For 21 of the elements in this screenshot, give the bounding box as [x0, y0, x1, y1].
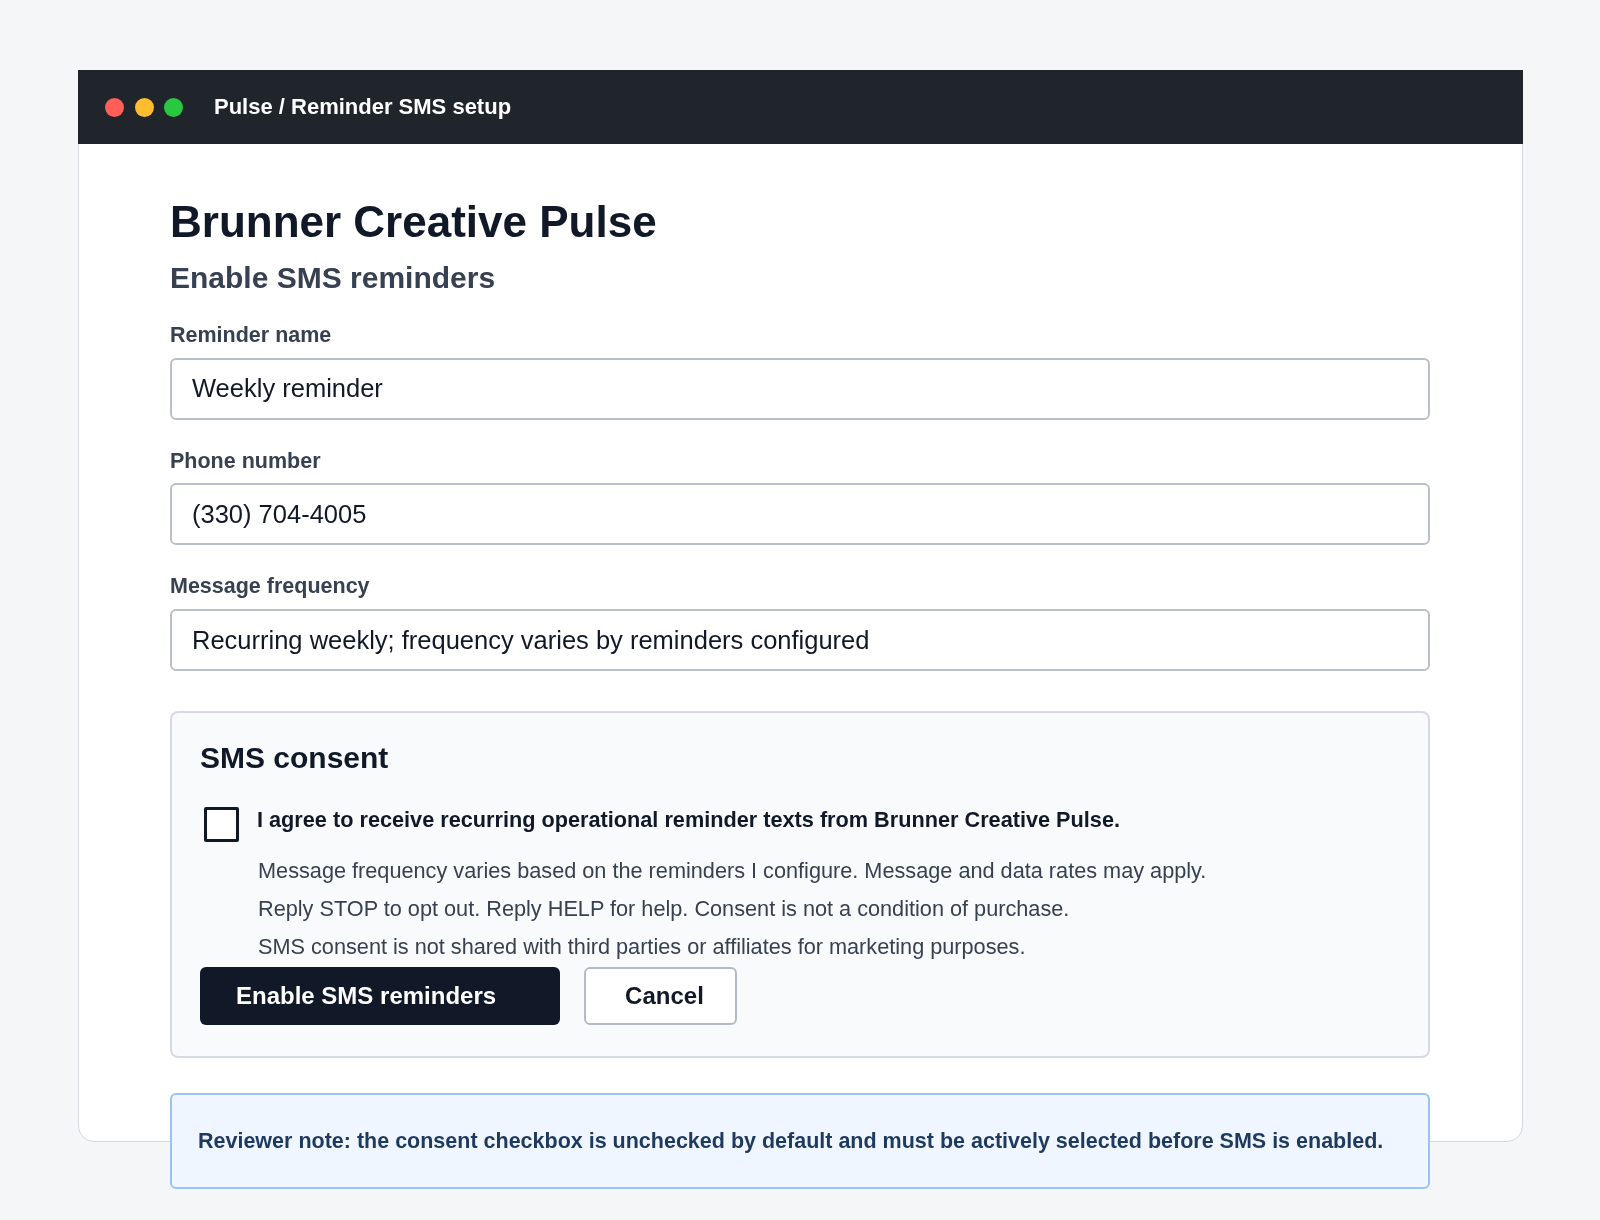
reviewer-note: Reviewer note: the consent checkbox is unchecked by default and must be actively selected before SMS is enabled. — [170, 1093, 1430, 1190]
field-label: Message frequency — [170, 574, 370, 601]
input-field[interactable]: Weekly reminder — [170, 357, 1430, 420]
input-field[interactable]: (330) 704-4005 — [170, 483, 1430, 546]
enable-button[interactable]: Enable SMS reminders — [200, 967, 561, 1026]
window-control-icon[interactable] — [164, 97, 183, 117]
consent-detail-text: Reply STOP to opt out. Reply HELP for help. Consent is not a condition of purchase. — [258, 894, 1071, 923]
consent-statement: I agree to receive recurring operational reminder texts from Brunner Creative Pulse. — [257, 807, 1120, 834]
window-control-icon[interactable] — [105, 97, 124, 117]
window-title: Pulse / Reminder SMS setup — [214, 94, 512, 120]
cancel-button[interactable]: Cancel — [584, 967, 737, 1026]
input-field[interactable]: Recurring weekly; frequency varies by reminders configured — [170, 609, 1430, 672]
page-subheading: Enable SMS reminders — [170, 259, 497, 296]
field-label: Reminder name — [170, 322, 332, 349]
consent-checkbox[interactable] — [204, 807, 239, 843]
consent-detail-text: Message frequency varies based on the reminders I configure. Message and data rates may apply. — [258, 857, 1208, 886]
page-heading: Brunner Creative Pulse — [170, 196, 658, 248]
consent-detail-text: SMS consent is not shared with third parties or affiliates for marketing purposes. — [258, 932, 1027, 961]
window-control-icon[interactable] — [134, 97, 154, 117]
consent-title: SMS consent — [200, 740, 390, 777]
field-label: Phone number — [170, 448, 321, 475]
